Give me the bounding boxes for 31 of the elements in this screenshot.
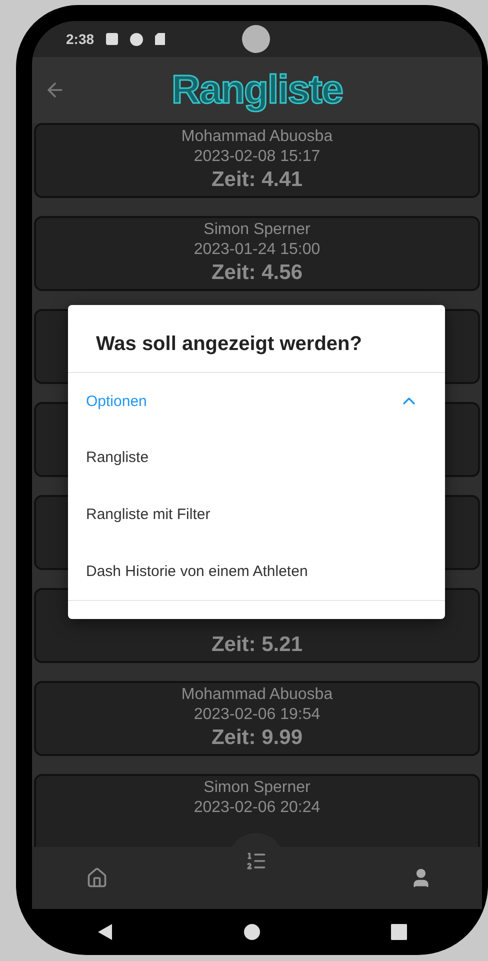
list-icon bbox=[245, 850, 267, 872]
home-button[interactable] bbox=[86, 867, 108, 889]
result-time: Zeit: 4.56 bbox=[211, 260, 303, 285]
app-title: Rangliste bbox=[171, 68, 343, 112]
option-item[interactable]: Rangliste mit Filter bbox=[68, 486, 445, 543]
options-section-header[interactable]: Optionen bbox=[68, 373, 445, 429]
result-time: Zeit: 5.21 bbox=[211, 632, 303, 657]
result-time: Zeit: 9.99 bbox=[211, 725, 303, 750]
app-notification-icon bbox=[106, 33, 118, 45]
result-card[interactable]: Simon Sperner 2023-02-06 20:24 bbox=[34, 774, 480, 847]
home-icon bbox=[86, 867, 108, 889]
athlete-name: Simon Sperner bbox=[204, 778, 310, 798]
camera-cutout bbox=[242, 25, 270, 53]
athlete-name: Mohammad Abuosba bbox=[181, 127, 333, 147]
status-time: 2:38 bbox=[66, 31, 94, 47]
result-date: 2023-02-08 15:17 bbox=[194, 147, 320, 167]
dialog-title: Was soll angezeigt werden? bbox=[68, 305, 445, 373]
result-date: 2023-01-24 15:00 bbox=[194, 240, 320, 260]
result-card[interactable]: Mohammad Abuosba 2023-02-08 15:17 Zeit: 4.41 bbox=[34, 123, 480, 198]
home-circle-icon[interactable] bbox=[243, 923, 261, 941]
result-date: 2023-02-06 20:24 bbox=[194, 798, 320, 818]
round-notification-icon bbox=[130, 32, 144, 46]
athlete-name: Simon Sperner bbox=[204, 220, 310, 240]
result-date: 2023-02-06 19:54 bbox=[194, 705, 320, 725]
result-card[interactable]: Mohammad Abuosba 2023-02-06 19:54 Zeit: 9.99 bbox=[34, 681, 480, 756]
back-triangle-icon[interactable] bbox=[97, 923, 113, 941]
result-time: Zeit: 4.41 bbox=[211, 167, 303, 192]
result-card[interactable]: Simon Sperner 2023-01-24 15:00 Zeit: 4.56 bbox=[34, 216, 480, 291]
sd-card-icon bbox=[155, 33, 166, 45]
option-item[interactable]: Rangliste bbox=[68, 429, 445, 486]
athlete-name: Mohammad Abuosba bbox=[181, 685, 333, 705]
